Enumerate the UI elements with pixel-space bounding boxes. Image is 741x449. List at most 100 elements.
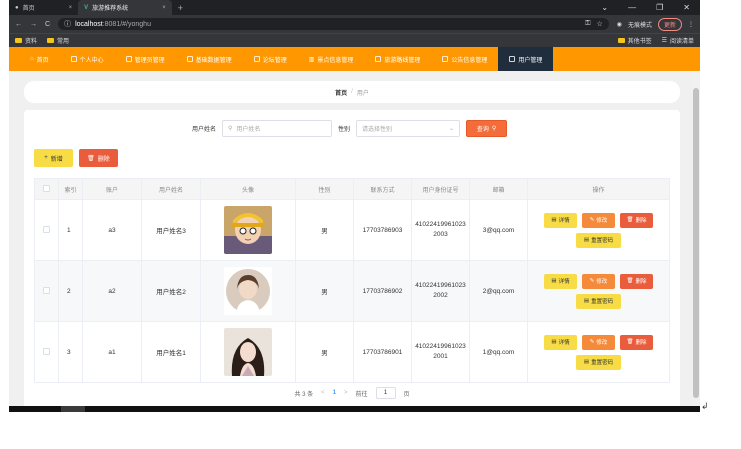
name-search-input[interactable]: ⚲ 用户姓名 [222, 120, 333, 137]
detail-button[interactable]: ▤ 详情 [544, 212, 577, 228]
nav-label: 公告信息管理 [451, 57, 488, 64]
gender-cell: 男 [295, 321, 354, 383]
folder-icon [47, 38, 55, 43]
document-icon: ▤ [583, 298, 590, 304]
home-icon: ⌂ [30, 56, 34, 62]
route-icon [375, 56, 382, 62]
page-number[interactable]: 1 [333, 390, 336, 396]
account-cell: a2 [82, 260, 142, 322]
bookmark-folder-ziliao[interactable]: 资料 [15, 36, 37, 45]
minimize-icon[interactable]: — [628, 3, 636, 12]
tab-search-icon[interactable]: ⌄ [601, 3, 608, 12]
bookmark-folder-changyong[interactable]: 常用 [47, 36, 69, 45]
table-row: 2 a2 用户姓名2 男 17703786902 410224199610232… [34, 260, 670, 322]
breadcrumb-home[interactable]: 首页 [335, 88, 347, 97]
close-tab-icon[interactable]: × [162, 5, 166, 11]
menu-icon[interactable]: ⋮ [688, 21, 694, 28]
new-tab-button[interactable]: + [178, 3, 183, 13]
bookmark-label: 阅读清单 [669, 39, 694, 45]
nav-item-forum[interactable]: 论坛管理 [243, 47, 298, 71]
url-field[interactable]: ⓘ localhost:8081/#/yonghu ⚿ ☆ [58, 18, 609, 30]
browser-tab-home[interactable]: ● 首页 × [9, 0, 78, 15]
select-all-checkbox[interactable] [43, 184, 50, 192]
index-cell: 3 [58, 321, 83, 383]
detail-button[interactable]: ▤ 详情 [544, 273, 577, 289]
nav-item-notice[interactable]: 公告信息管理 [431, 47, 498, 71]
nav-item-route[interactable]: 旅游路线管理 [364, 47, 431, 71]
update-button[interactable]: 更新 [657, 17, 682, 31]
chart-icon: ▥ [308, 56, 315, 63]
scrollbar-thumb[interactable] [693, 88, 699, 398]
nav-item-users[interactable]: 用户管理 [498, 47, 554, 71]
plus-icon: + [44, 155, 48, 161]
taskbar-item[interactable] [61, 406, 85, 412]
gender-select[interactable]: 请选择性别 ⌄ [356, 120, 461, 137]
delete-button[interactable]: 🗑 删除 [620, 212, 653, 228]
edit-button[interactable]: ✎ 修改 [582, 212, 615, 228]
close-window-icon[interactable]: ✕ [683, 3, 690, 12]
row-checkbox[interactable] [43, 347, 50, 355]
gender-label: 性别 [338, 127, 351, 133]
nav-item-scenic[interactable]: ▥ 景点信息管理 [298, 47, 365, 71]
nav-label: 用户管理 [518, 57, 543, 64]
browser-tab-active[interactable]: V 旅游推荐系统 × [78, 0, 172, 15]
reset-label: 重置密码 [591, 238, 614, 244]
nav-item-profile[interactable]: 个人中心 [60, 47, 115, 71]
reset-label: 重置密码 [591, 299, 614, 305]
row-checkbox[interactable] [43, 286, 50, 294]
reading-list[interactable]: ☰ 阅读清单 [662, 36, 694, 45]
star-icon[interactable]: ☆ [596, 20, 602, 28]
forward-icon[interactable]: → [30, 21, 37, 28]
back-icon[interactable]: ← [15, 21, 22, 28]
folder-icon [617, 38, 625, 43]
reset-password-button[interactable]: ▤ 重置密码 [576, 354, 621, 370]
edit-button[interactable]: ✎ 修改 [582, 334, 615, 350]
column-header: 头像 [200, 178, 296, 200]
select-all-header[interactable] [34, 178, 59, 200]
nav-label: 个人中心 [79, 57, 104, 64]
trash-icon: 🗑 [87, 155, 95, 162]
taskbar [9, 406, 700, 412]
detail-button[interactable]: ▤ 详情 [544, 334, 577, 350]
edit-icon: ✎ [589, 278, 595, 284]
nav-item-home[interactable]: ⌂ 首页 [19, 47, 60, 71]
other-bookmarks[interactable]: 其他书签 [617, 36, 652, 45]
reset-password-button[interactable]: ▤ 重置密码 [576, 293, 621, 309]
breadcrumb: 首页 / 用户 [24, 81, 680, 103]
nav-label: 景点信息管理 [317, 57, 354, 64]
search-button[interactable]: 查询 ⚲ [466, 120, 508, 137]
key-icon[interactable]: ⚿ [585, 20, 590, 28]
add-button[interactable]: + 新增 [34, 149, 73, 167]
delete-button[interactable]: 🗑 删除 [620, 334, 653, 350]
row-checkbox[interactable] [43, 225, 50, 233]
document-icon: ▤ [583, 237, 590, 243]
maximize-icon[interactable]: ❐ [656, 3, 663, 12]
prev-page-button[interactable]: < [321, 390, 325, 396]
delete-button[interactable]: 🗑 删除 [620, 273, 653, 289]
index-cell: 1 [58, 199, 83, 261]
search-icon: ⚲ [228, 126, 233, 132]
edit-button[interactable]: ✎ 修改 [582, 273, 615, 289]
nav-item-admin[interactable]: 管理员管理 [115, 47, 176, 71]
id-card-cell: 410224199610232003 [411, 199, 470, 261]
users-icon [509, 56, 516, 62]
document-icon: ▤ [551, 217, 557, 223]
admin-icon [125, 56, 132, 62]
reset-password-button[interactable]: ▤ 重置密码 [576, 232, 621, 248]
goto-page-input[interactable]: 1 [375, 387, 396, 399]
nav-item-basic-data[interactable]: 基础数据管理 [176, 47, 243, 71]
column-header: 账户 [82, 178, 142, 200]
github-icon: ● [15, 4, 19, 11]
window-controls: ⌄ — ❐ ✕ [601, 3, 700, 12]
table-row: 1 a3 用户姓名3 男 17703786903 410224199610232… [34, 199, 670, 261]
column-header: 用户身份证号 [411, 178, 470, 200]
next-page-button[interactable]: > [344, 390, 348, 396]
row-select-cell [34, 199, 59, 261]
document-icon: ▤ [551, 339, 557, 345]
batch-delete-button[interactable]: 🗑 删除 [79, 149, 118, 167]
index-cell: 2 [58, 260, 83, 322]
detail-label: 详情 [558, 279, 570, 285]
reload-icon[interactable]: C [45, 21, 50, 28]
column-header: 联系方式 [353, 178, 412, 200]
close-tab-icon[interactable]: × [69, 5, 73, 11]
